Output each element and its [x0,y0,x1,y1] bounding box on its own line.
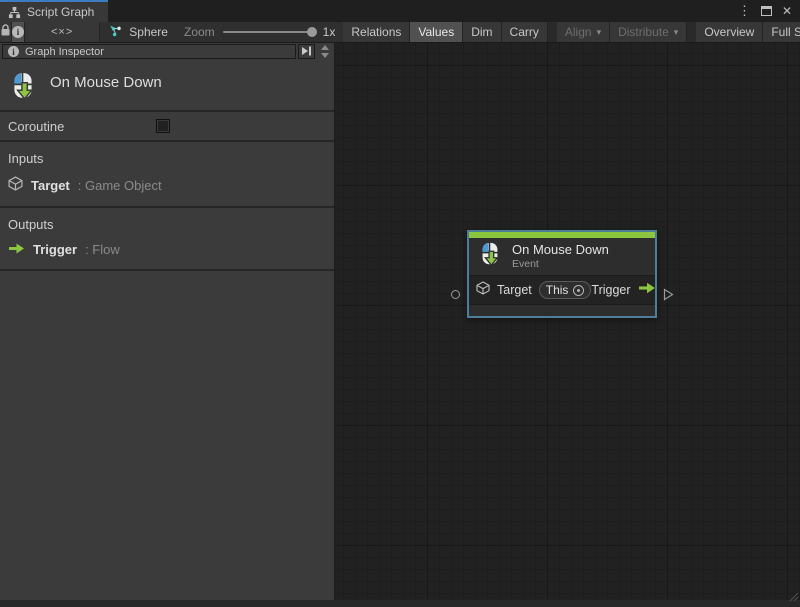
flow-arrow-icon [8,242,25,257]
unit-title: On Mouse Down [50,71,162,91]
flow-arrow-icon [638,281,656,299]
node-input-flow-port[interactable] [451,290,460,299]
target-value-field[interactable]: This [539,281,592,299]
maximize-icon[interactable] [761,6,772,16]
info-icon: i [12,26,24,38]
output-port-row: Trigger : Flow [8,242,326,257]
script-graph-asset-icon [108,24,123,41]
game-object-cube-icon [476,281,490,300]
inputs-title: Inputs [8,151,326,166]
input-port-row: Target : Game Object [8,176,326,194]
coroutine-row: Coroutine [0,112,334,142]
code-icon: <×> [33,26,91,38]
input-port-name: Target [31,178,70,193]
align-dropdown[interactable]: Align ▾ [557,22,610,42]
outputs-section: Outputs Trigger : Flow [0,208,334,271]
node-output-group: Trigger [591,281,655,299]
coroutine-checkbox[interactable] [156,119,170,133]
outputs-title: Outputs [8,217,326,232]
on-mouse-down-icon [8,71,38,106]
coroutine-label: Coroutine [8,119,64,134]
node-output-flow-port[interactable] [663,288,674,306]
dim-button[interactable]: Dim [463,22,501,42]
target-value: This [546,283,569,297]
output-port-name: Trigger [33,242,77,257]
scroll-up-icon [321,45,329,50]
graph-context[interactable]: Sphere [100,22,176,42]
fullscreen-button[interactable]: Full Screen [763,22,800,42]
zoom-control: Zoom 1x [176,22,343,42]
lock-icon [0,24,11,40]
window-controls: ⋮ ✕ [738,0,800,22]
tab-bar: Script Graph ⋮ ✕ [0,0,800,22]
node-port-row: Target This Trigger [469,275,655,304]
toolbar-buttons: Relations Values Dim Carry Align ▾ Distr… [343,22,800,42]
graph-toolbar: i <×> Sphere Zoom 1x Relations Values Di… [0,22,800,43]
values-button[interactable]: Values [410,22,463,42]
scroll-down-icon [321,53,329,58]
carry-button[interactable]: Carry [502,22,548,42]
zoom-label: Zoom [184,25,215,39]
panel-reorder-control[interactable] [317,44,332,59]
object-picker-icon[interactable] [573,285,584,296]
graph-canvas[interactable]: On Mouse Down Event Target This Trigger [335,43,800,600]
game-object-cube-icon [8,176,23,194]
inspector-toggle-button[interactable]: i [12,22,25,42]
chevron-down-icon: ▾ [597,27,602,38]
code-view-button[interactable]: <×> [25,22,100,42]
zoom-value: 1x [323,25,336,39]
node-footer [469,304,655,316]
inputs-section: Inputs Target : Game Object [0,142,334,208]
lock-button[interactable] [0,22,12,42]
zoom-slider[interactable] [223,31,315,33]
inspector-title: Graph Inspector [25,46,104,58]
node-input-label: Target [497,283,532,297]
resize-grip[interactable] [789,589,799,599]
zoom-slider-thumb[interactable] [307,27,317,37]
node-title: On Mouse Down [512,243,609,258]
distribute-dropdown[interactable]: Distribute ▾ [610,22,687,42]
output-port-type: : Flow [85,242,120,257]
tab-title: Script Graph [27,5,94,19]
on-mouse-down-icon [477,241,503,272]
info-icon: i [8,46,19,57]
overview-button[interactable]: Overview [696,22,763,42]
inspector-title-box[interactable]: i Graph Inspector [2,44,296,59]
node-output-label: Trigger [591,283,630,297]
unit-header: On Mouse Down [0,60,334,112]
node-titles: On Mouse Down Event [512,243,609,270]
input-port-type: : Game Object [78,178,162,193]
chevron-down-icon: ▾ [674,27,679,38]
close-icon[interactable]: ✕ [782,4,792,18]
graph-hierarchy-icon [8,6,21,19]
inspector-titlebar: i Graph Inspector [0,43,334,60]
window-menu-icon[interactable]: ⋮ [738,3,751,19]
dock-icon [301,43,312,61]
target-object-label: Sphere [129,25,168,39]
relations-button[interactable]: Relations [343,22,410,42]
node-input-group: Target This [476,281,591,300]
dock-panel-button[interactable] [298,44,315,59]
graph-inspector-panel: i Graph Inspector On Mouse Dow [0,43,335,600]
tab-script-graph[interactable]: Script Graph [0,0,108,22]
node-header[interactable]: On Mouse Down Event [469,238,655,275]
on-mouse-down-node[interactable]: On Mouse Down Event Target This Trigger [467,230,657,318]
node-subtitle: Event [512,258,609,270]
